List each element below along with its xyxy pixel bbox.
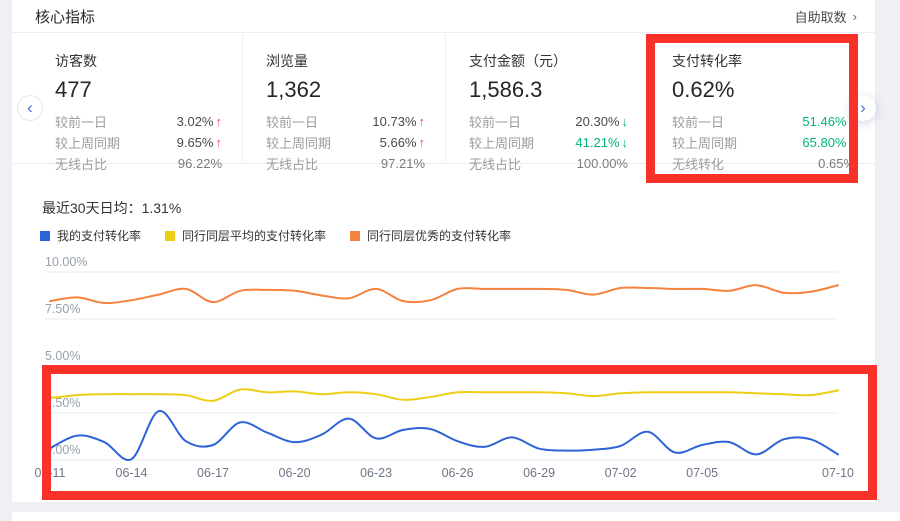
metric-row: 无线占比 96.22% xyxy=(55,153,222,174)
metric-title: 支付金额（元） xyxy=(469,51,628,71)
svg-text:10.00%: 10.00% xyxy=(45,255,87,269)
legend-label: 同行同层平均的支付转化率 xyxy=(182,227,326,244)
row-label: 较前一日 xyxy=(266,112,318,131)
legend-item-peer-average[interactable]: 同行同层平均的支付转化率 xyxy=(165,227,326,244)
row-value: 5.66% xyxy=(380,135,417,150)
metric-card-visitors[interactable]: 访客数 477 较前一日 3.02%↑ 较上周同期 9.65%↑ 无线占比 96… xyxy=(12,34,242,163)
legend-swatch-orange xyxy=(350,231,360,241)
up-arrow-icon: ↑ xyxy=(419,135,426,150)
row-value: 9.65% xyxy=(177,135,214,150)
metric-card-conversion-rate[interactable]: 支付转化率 0.62% 较前一日 51.46%↓ 较上周同期 65.80%↓ 无… xyxy=(648,34,875,163)
metric-title: 访客数 xyxy=(55,51,222,71)
row-value: 10.73% xyxy=(372,114,416,129)
svg-text:07-02: 07-02 xyxy=(605,466,637,480)
metric-row: 较前一日 51.46%↓ xyxy=(672,111,855,132)
row-value: 96.22% xyxy=(178,156,222,171)
legend-swatch-yellow xyxy=(165,231,175,241)
panel-header: 核心指标 自助取数 › xyxy=(12,0,875,33)
metric-row: 较前一日 20.30%↓ xyxy=(469,111,628,132)
svg-text:06-14: 06-14 xyxy=(116,466,148,480)
row-label: 无线占比 xyxy=(469,154,521,173)
chart-title: 最近30天日均：1.31% xyxy=(42,198,181,218)
metric-row: 较上周同期 65.80%↓ xyxy=(672,132,855,153)
self-service-data-link[interactable]: 自助取数 › xyxy=(795,7,857,26)
svg-text:06-29: 06-29 xyxy=(523,466,555,480)
row-value: 100.00% xyxy=(577,156,628,171)
up-arrow-icon: ↑ xyxy=(216,114,223,129)
metric-row: 较前一日 3.02%↑ xyxy=(55,111,222,132)
row-label: 无线转化 xyxy=(672,154,724,173)
panel-title: 核心指标 xyxy=(35,6,95,27)
svg-text:06-23: 06-23 xyxy=(360,466,392,480)
svg-text:06-17: 06-17 xyxy=(197,466,229,480)
metric-row: 无线转化 0.65% xyxy=(672,153,855,174)
svg-text:06-20: 06-20 xyxy=(279,466,311,480)
legend-item-peer-excellent[interactable]: 同行同层优秀的支付转化率 xyxy=(350,227,511,244)
next-panel-edge xyxy=(12,512,900,521)
legend-item-my-conversion[interactable]: 我的支付转化率 xyxy=(40,227,141,244)
legend-swatch-blue xyxy=(40,231,50,241)
row-value: 3.02% xyxy=(177,114,214,129)
metric-card-payment-amount[interactable]: 支付金额（元） 1,586.3 较前一日 20.30%↓ 较上周同期 41.21… xyxy=(445,34,648,163)
legend-label: 同行同层优秀的支付转化率 xyxy=(367,227,511,244)
row-value: 97.21% xyxy=(381,156,425,171)
metric-title: 浏览量 xyxy=(266,51,425,71)
svg-text:06-11: 06-11 xyxy=(34,466,65,480)
carousel-next-button[interactable]: › xyxy=(850,95,876,121)
self-service-data-label: 自助取数 xyxy=(795,7,847,26)
chart-legend: 我的支付转化率 同行同层平均的支付转化率 同行同层优秀的支付转化率 xyxy=(40,227,511,244)
carousel-prev-button[interactable]: ‹ xyxy=(17,95,43,121)
metric-value: 1,586.3 xyxy=(469,77,628,103)
metric-value: 1,362 xyxy=(266,77,425,103)
row-label: 较前一日 xyxy=(55,112,107,131)
row-value: 41.21% xyxy=(575,135,619,150)
svg-text:5.00%: 5.00% xyxy=(45,349,80,363)
svg-text:0.00%: 0.00% xyxy=(45,443,80,457)
row-label: 较上周同期 xyxy=(266,133,331,152)
down-arrow-icon: ↓ xyxy=(849,135,856,150)
svg-text:07-05: 07-05 xyxy=(686,466,718,480)
svg-text:7.50%: 7.50% xyxy=(45,302,80,316)
row-label: 无线占比 xyxy=(55,154,107,173)
dashboard-page: 核心指标 自助取数 › 访客数 477 较前一日 3.02%↑ 较上周同期 9.… xyxy=(0,0,900,521)
metric-value: 0.62% xyxy=(672,77,855,103)
up-arrow-icon: ↑ xyxy=(216,135,223,150)
metric-row: 较上周同期 41.21%↓ xyxy=(469,132,628,153)
metric-row: 较前一日 10.73%↑ xyxy=(266,111,425,132)
svg-text:06-26: 06-26 xyxy=(442,466,474,480)
metric-row: 较上周同期 5.66%↑ xyxy=(266,132,425,153)
legend-label: 我的支付转化率 xyxy=(57,227,141,244)
row-value: 65.80% xyxy=(802,135,846,150)
up-arrow-icon: ↑ xyxy=(419,114,426,129)
conversion-trend-chart[interactable]: 0.00%2.50%5.00%7.50%10.00%06-1106-1406-1… xyxy=(0,245,880,495)
row-label: 无线占比 xyxy=(266,154,318,173)
row-label: 较前一日 xyxy=(469,112,521,131)
metric-row: 较上周同期 9.65%↑ xyxy=(55,132,222,153)
row-value: 51.46% xyxy=(802,114,846,129)
row-value: 20.30% xyxy=(575,114,619,129)
row-label: 较上周同期 xyxy=(672,133,737,152)
metric-title: 支付转化率 xyxy=(672,51,855,71)
down-arrow-icon: ↓ xyxy=(622,135,629,150)
chevron-right-icon: › xyxy=(853,9,857,24)
row-label: 较前一日 xyxy=(672,112,724,131)
row-value: 0.65% xyxy=(818,156,855,171)
metric-card-pageviews[interactable]: 浏览量 1,362 较前一日 10.73%↑ 较上周同期 5.66%↑ 无线占比… xyxy=(242,34,445,163)
metric-row: 无线占比 100.00% xyxy=(469,153,628,174)
row-label: 较上周同期 xyxy=(55,133,120,152)
metric-value: 477 xyxy=(55,77,222,103)
metric-cards-row: 访客数 477 较前一日 3.02%↑ 较上周同期 9.65%↑ 无线占比 96… xyxy=(12,34,875,164)
svg-text:07-10: 07-10 xyxy=(822,466,854,480)
right-gutter xyxy=(875,0,900,521)
down-arrow-icon: ↓ xyxy=(622,114,629,129)
metric-row: 无线占比 97.21% xyxy=(266,153,425,174)
row-label: 较上周同期 xyxy=(469,133,534,152)
